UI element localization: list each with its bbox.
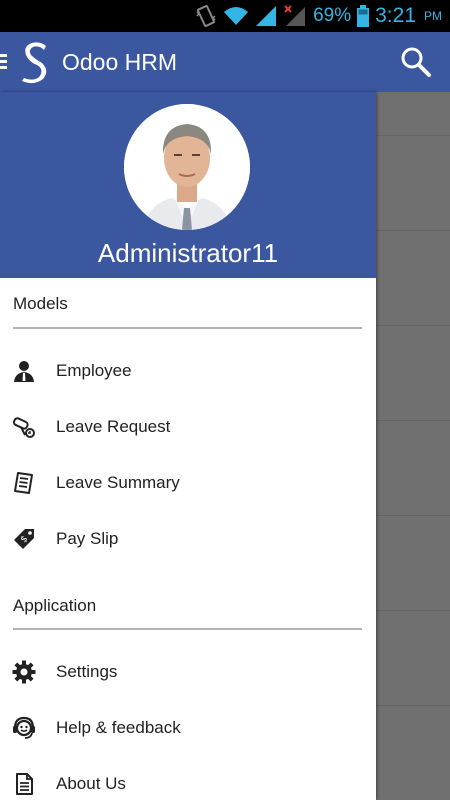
menu-item-label: Leave Request xyxy=(56,417,171,436)
menu-item-label: Pay Slip xyxy=(56,529,119,548)
menu-item-label: About Us xyxy=(56,774,126,793)
battery-icon xyxy=(357,5,370,27)
employee-icon xyxy=(14,361,34,382)
menu-item-employee[interactable]: Employee xyxy=(0,347,376,395)
s-logo-icon xyxy=(22,42,47,84)
menu-item-leave-summary[interactable]: Leave Summary xyxy=(0,459,376,507)
menu-item-label: Settings xyxy=(56,662,118,681)
search-icon[interactable] xyxy=(400,46,432,78)
avatar[interactable] xyxy=(124,104,250,230)
vibrate-icon xyxy=(196,5,216,27)
menu-item-help-feedback[interactable]: Help & feedback xyxy=(0,704,376,752)
help-icon xyxy=(13,716,35,739)
leave-summary-icon xyxy=(14,472,33,494)
leave-request-icon xyxy=(12,417,35,438)
menu-item-label: Employee xyxy=(56,361,132,380)
clock-ampm: PM xyxy=(424,9,442,23)
hamburger-icon[interactable] xyxy=(0,54,7,70)
menu-item-settings[interactable]: Settings xyxy=(0,648,376,696)
signal-icon xyxy=(256,6,277,26)
menu-item-pay-slip[interactable]: $ Pay Slip xyxy=(0,515,376,563)
section-divider xyxy=(13,327,362,329)
section-divider xyxy=(13,628,362,630)
navigation-drawer: Administrator11 Models Employee Leave Re… xyxy=(0,92,376,800)
user-photo xyxy=(124,104,250,230)
section-title-application: Application xyxy=(13,596,97,615)
pay-slip-icon: $ xyxy=(14,529,34,549)
menu-item-label: Help & feedback xyxy=(56,718,181,737)
battery-percent: 69% xyxy=(313,5,352,26)
document-icon xyxy=(16,773,33,795)
gear-icon xyxy=(12,660,36,684)
wifi-icon xyxy=(224,7,249,25)
content-scrim[interactable] xyxy=(376,92,450,800)
clock-time: 3:21 xyxy=(375,4,416,27)
menu-item-leave-request[interactable]: Leave Request xyxy=(0,403,376,451)
drawer-header: Administrator11 xyxy=(0,92,376,278)
no-signal-icon xyxy=(284,5,306,26)
section-title-models: Models xyxy=(13,294,68,313)
menu-item-about-us[interactable]: About Us xyxy=(0,760,376,800)
status-bar: 69% 3:21 PM xyxy=(0,0,450,32)
menu-item-label: Leave Summary xyxy=(56,473,180,492)
app-bar: Odoo HRM xyxy=(0,32,450,92)
user-name: Administrator11 xyxy=(97,238,279,268)
app-title: Odoo HRM xyxy=(62,49,178,75)
